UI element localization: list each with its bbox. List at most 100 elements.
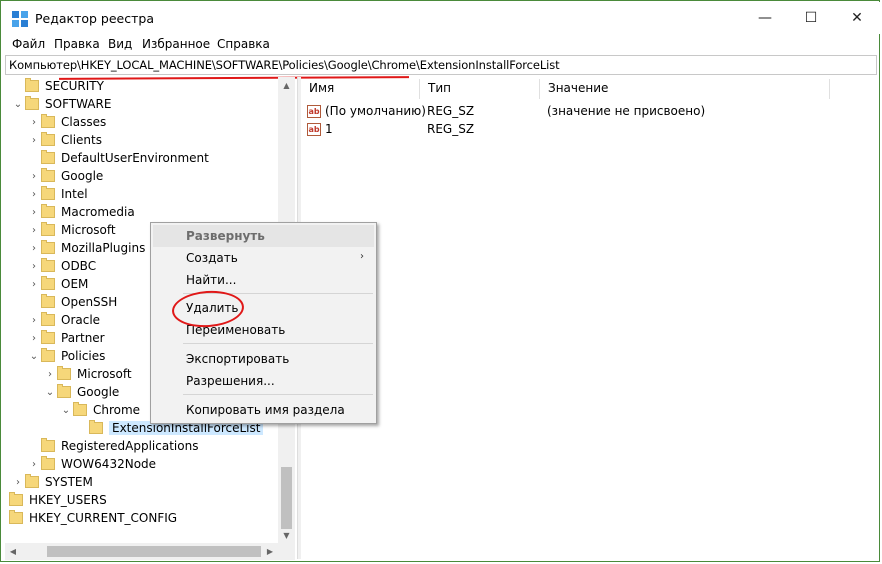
tree-item[interactable]: ⌄ Policies <box>27 347 105 365</box>
tree-item-label: Intel <box>61 187 88 201</box>
expander-icon[interactable]: ⌄ <box>27 351 41 362</box>
tree-item-label: Google <box>77 385 120 399</box>
menu-help[interactable]: Справка <box>217 37 270 51</box>
values-list[interactable]: Имя Тип Значение ab (По умолчанию) REG_S… <box>301 77 877 559</box>
tree-item[interactable]: › Microsoft <box>43 365 132 383</box>
scroll-thumb[interactable] <box>281 467 292 529</box>
tree-item-label: HKEY_CURRENT_CONFIG <box>29 511 178 525</box>
tree-item-label: ODBC <box>61 259 97 273</box>
context-menu-expand[interactable]: Развернуть <box>153 225 374 247</box>
tree-item-label: Google <box>61 169 104 183</box>
column-header-type[interactable]: Тип <box>428 81 451 95</box>
expander-icon[interactable]: › <box>27 261 41 272</box>
folder-icon <box>41 330 55 344</box>
scroll-down-icon[interactable]: ▼ <box>278 527 295 543</box>
expander-icon[interactable]: › <box>27 171 41 182</box>
tree-item[interactable]: › Microsoft <box>27 221 116 239</box>
context-menu-find[interactable]: Найти... <box>153 269 374 291</box>
expander-icon[interactable]: › <box>27 315 41 326</box>
tree-item[interactable]: ›HKEY_USERS <box>5 491 107 509</box>
list-item[interactable]: ab 1 REG_SZ <box>307 120 547 138</box>
tree-item[interactable]: › WOW6432Node <box>27 455 156 473</box>
expander-icon[interactable]: › <box>27 225 41 236</box>
menu-bar: Файл Правка Вид Избранное Справка <box>2 34 880 54</box>
expander-icon[interactable]: › <box>27 279 41 290</box>
expander-icon[interactable]: › <box>27 135 41 146</box>
tree-item[interactable]: ⌄ Google <box>43 383 119 401</box>
maximize-button[interactable]: ☐ <box>788 2 834 34</box>
list-item[interactable]: ab (По умолчанию) REG_SZ (значение не пр… <box>307 102 705 120</box>
tree-item[interactable]: › Google <box>27 167 103 185</box>
context-menu-item-label: Найти... <box>186 273 237 287</box>
tree-item-label: OEM <box>61 277 89 291</box>
context-menu-item-label: Развернуть <box>186 229 265 243</box>
registry-editor-app-icon <box>12 11 28 27</box>
tree-item[interactable]: › Partner <box>27 329 105 347</box>
menu-favorites[interactable]: Избранное <box>142 37 210 51</box>
scroll-right-icon[interactable]: ▶ <box>262 543 278 560</box>
context-menu-permissions[interactable]: Разрешения... <box>153 370 374 392</box>
expander-icon[interactable]: › <box>27 243 41 254</box>
expander-icon[interactable]: › <box>27 117 41 128</box>
value-type: REG_SZ <box>427 104 475 118</box>
expander-icon[interactable]: › <box>27 333 41 344</box>
address-path[interactable]: Компьютер\HKEY_LOCAL_MACHINE\SOFTWARE\Po… <box>9 58 560 72</box>
tree-item-label: SOFTWARE <box>45 97 112 111</box>
tree-item[interactable]: OpenSSH <box>27 293 117 311</box>
column-divider[interactable] <box>419 79 420 99</box>
value-data: (значение не присвоено) <box>547 104 706 118</box>
tree-item[interactable]: › Oracle <box>27 311 100 329</box>
expander-icon[interactable]: › <box>27 207 41 218</box>
expander-icon[interactable]: › <box>27 189 41 200</box>
tree-item[interactable]: › ODBC <box>27 257 96 275</box>
tree-item-label: SYSTEM <box>45 475 93 489</box>
column-divider[interactable] <box>539 79 540 99</box>
folder-icon <box>9 510 23 524</box>
column-header-value[interactable]: Значение <box>548 81 608 95</box>
tree-item[interactable]: › Clients <box>27 131 102 149</box>
tree-item-label: Microsoft <box>77 367 132 381</box>
context-menu-export[interactable]: Экспортировать <box>153 348 374 370</box>
address-bar[interactable]: Компьютер\HKEY_LOCAL_MACHINE\SOFTWARE\Po… <box>5 55 877 75</box>
expander-icon[interactable]: › <box>43 369 57 380</box>
folder-icon <box>41 114 55 128</box>
menu-view[interactable]: Вид <box>108 37 132 51</box>
tree-item[interactable]: › Macromedia <box>27 203 135 221</box>
tree-item[interactable]: › Intel <box>27 185 88 203</box>
tree-item-label: Clients <box>61 133 102 147</box>
context-menu-copy-key-name[interactable]: Копировать имя раздела <box>153 399 374 421</box>
tree-item[interactable]: ⌄ Chrome <box>59 401 140 419</box>
scroll-thumb[interactable] <box>47 546 261 557</box>
expander-icon[interactable]: › <box>11 477 25 488</box>
expander-icon[interactable]: ⌄ <box>43 387 57 398</box>
menu-file[interactable]: Файл <box>12 37 45 51</box>
scroll-left-icon[interactable]: ◀ <box>5 543 21 560</box>
context-menu-item-label: Создать <box>186 251 238 265</box>
tree-item[interactable]: › OEM <box>27 275 88 293</box>
folder-icon <box>73 402 87 416</box>
close-button[interactable]: ✕ <box>834 2 880 34</box>
tree-item-label: WOW6432Node <box>61 457 157 471</box>
tree-item[interactable]: ⌄ SOFTWARE <box>11 95 111 113</box>
menu-edit[interactable]: Правка <box>54 37 100 51</box>
tree-item[interactable]: › SYSTEM <box>11 473 93 491</box>
scroll-up-icon[interactable]: ▲ <box>278 77 295 93</box>
chevron-right-icon: › <box>360 251 364 262</box>
tree-item[interactable]: ›HKEY_CURRENT_CONFIG <box>5 509 177 527</box>
tree-item[interactable]: SECURITY <box>11 77 104 95</box>
expander-icon[interactable]: ⌄ <box>11 99 25 110</box>
tree-item-label: HKEY_USERS <box>29 493 107 507</box>
folder-icon <box>41 204 55 218</box>
tree-item[interactable]: RegisteredApplications <box>27 437 198 455</box>
column-header-name[interactable]: Имя <box>309 81 334 95</box>
context-menu-create[interactable]: Создать › <box>153 247 374 269</box>
tree-item[interactable]: › MozillaPlugins <box>27 239 145 257</box>
value-name: 1 <box>325 122 333 136</box>
minimize-button[interactable]: — <box>742 2 788 34</box>
tree-item[interactable]: › Classes <box>27 113 106 131</box>
tree-item[interactable]: DefaultUserEnvironment <box>27 149 209 167</box>
expander-icon[interactable]: › <box>27 459 41 470</box>
expander-icon[interactable]: ⌄ <box>59 405 73 416</box>
tree-horizontal-scrollbar[interactable]: ◀ ▶ <box>5 543 295 560</box>
column-divider[interactable] <box>829 79 830 99</box>
